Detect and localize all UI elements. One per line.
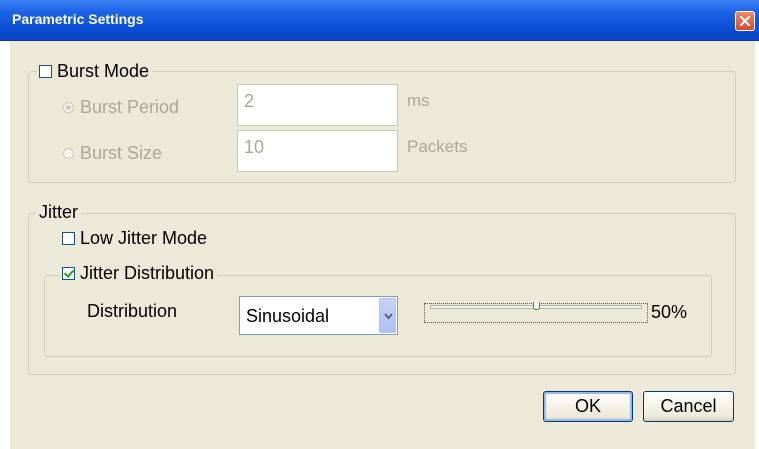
cancel-button-label: Cancel — [660, 396, 717, 416]
burst-mode-label: Burst Mode — [57, 61, 150, 81]
chevron-down-icon — [384, 313, 393, 320]
burst-mode-checkbox-box[interactable] — [39, 65, 52, 78]
cancel-button[interactable]: Cancel — [643, 391, 734, 422]
close-button[interactable] — [735, 11, 755, 31]
jitter-distribution-label: Jitter Distribution — [80, 263, 215, 283]
burst-period-input[interactable]: 2 — [237, 84, 398, 126]
distribution-dropdown[interactable]: Sinusoidal — [239, 296, 398, 335]
ok-button[interactable]: OK — [543, 391, 633, 422]
burst-mode-checkbox[interactable]: Burst Mode — [36, 61, 153, 82]
burst-size-radio[interactable]: Burst Size — [63, 143, 162, 164]
dialog-window: Parametric Settings Burst Mode Burst Per… — [0, 0, 759, 449]
jitter-slider[interactable] — [424, 298, 650, 328]
slider-thumb[interactable] — [533, 302, 540, 310]
low-jitter-checkbox-box[interactable] — [62, 232, 75, 245]
ok-button-label: OK — [574, 396, 601, 416]
jitter-distribution-checkbox[interactable]: Jitter Distribution — [59, 263, 218, 284]
close-icon — [740, 16, 750, 26]
burst-size-radio-circle[interactable] — [63, 148, 74, 159]
burst-size-unit: Packets — [407, 137, 468, 156]
window-title: Parametric Settings — [12, 11, 144, 27]
burst-size-value: 10 — [244, 137, 265, 157]
title-bar[interactable]: Parametric Settings — [0, 0, 759, 41]
distribution-dropdown-arrow[interactable] — [379, 298, 396, 333]
burst-size-input[interactable]: 10 — [237, 130, 398, 172]
low-jitter-label: Low Jitter Mode — [80, 228, 208, 248]
jitter-group-title: Jitter — [36, 202, 82, 223]
slider-percent: 50% — [651, 302, 688, 322]
burst-period-unit: ms — [407, 91, 430, 110]
low-jitter-checkbox[interactable]: Low Jitter Mode — [59, 228, 210, 249]
jitter-distribution-checkbox-box[interactable] — [62, 267, 75, 280]
burst-period-radio-circle[interactable] — [63, 102, 74, 113]
burst-period-radio[interactable]: Burst Period — [63, 97, 179, 118]
burst-period-value: 2 — [244, 91, 255, 111]
burst-period-label: Burst Period — [80, 97, 180, 117]
dialog-client-area: Burst Mode Burst Period 2 ms Burst Size … — [10, 41, 755, 449]
jitter-label: Jitter — [39, 202, 79, 222]
distribution-selected-value: Sinusoidal — [246, 306, 330, 326]
distribution-label: Distribution — [87, 301, 178, 321]
burst-size-label: Burst Size — [80, 143, 163, 163]
